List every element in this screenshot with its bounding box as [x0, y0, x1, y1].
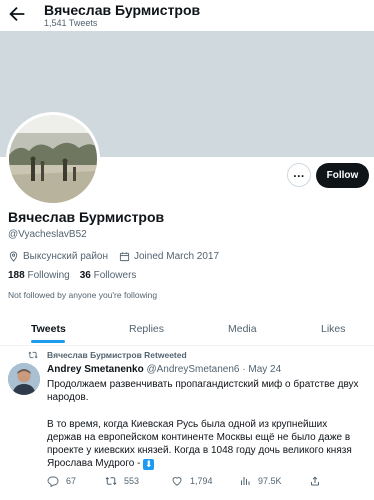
tweet-separator: ·	[242, 364, 246, 375]
tab-replies[interactable]: Replies	[129, 313, 164, 345]
followers-count: 36	[79, 270, 91, 281]
following-count: 188	[8, 270, 25, 281]
calendar-icon	[119, 252, 130, 262]
retweet-icon	[28, 351, 38, 359]
tweet-paragraph-2: В то время, когда Киевская Русь была одн…	[47, 418, 363, 470]
like-count: 1,794	[190, 476, 213, 486]
retweet-count: 553	[124, 476, 140, 486]
not-followed-note: Not followed by anyone you're following	[8, 290, 158, 300]
tweet-author-name[interactable]: Andrey Smetanenko	[47, 364, 144, 375]
active-tab-indicator	[31, 340, 65, 343]
retweet-button[interactable]: 553	[105, 475, 139, 487]
share-icon	[311, 476, 319, 486]
avatar-photo-icon	[9, 115, 97, 203]
more-options-icon: ...	[293, 165, 305, 180]
tweet-date[interactable]: May 24	[248, 364, 281, 375]
share-button[interactable]	[309, 475, 328, 487]
tweet-header: Andrey Smetanenko @AndreySmetanen6 · May…	[47, 364, 281, 375]
more-options-button[interactable]: ...	[287, 163, 311, 187]
tweet-count: 1,541 Tweets	[44, 18, 98, 28]
retweet-text: Вячеслав Бурмистров Retweeted	[47, 350, 187, 360]
top-bar: Вячеслав Бурмистров 1,541 Tweets	[0, 0, 374, 30]
location-pin-icon	[9, 251, 18, 262]
retweet-action-icon	[105, 476, 117, 486]
followers-link[interactable]: 36 Followers	[80, 270, 137, 281]
tweet-paragraph-2-text: В то время, когда Киевская Русь была одн…	[47, 419, 352, 469]
heart-icon	[172, 477, 182, 486]
profile-meta: Выксунский район Joined March 2017	[8, 251, 230, 262]
tweet-author-handle[interactable]: @AndreySmetanen6	[146, 364, 239, 375]
tweet-actions: 67 553 1,794 97.5K	[47, 475, 367, 489]
reply-count: 67	[66, 476, 77, 486]
follow-stats: 188 Following 36 Followers	[8, 270, 136, 281]
tab-likes[interactable]: Likes	[321, 313, 346, 345]
tweet-author-avatar[interactable]	[8, 363, 40, 395]
profile-avatar[interactable]	[6, 112, 100, 206]
down-arrow-emoji-icon: ⬇	[143, 459, 155, 470]
joined-item: Joined March 2017	[119, 251, 219, 262]
joined-text: Joined March 2017	[134, 251, 220, 262]
author-photo-icon	[8, 363, 40, 395]
back-arrow-icon[interactable]	[6, 3, 28, 25]
reply-icon	[47, 476, 59, 487]
tweet-paragraph-1: Продолжаем развенчивать пропагандистский…	[47, 379, 359, 403]
like-button[interactable]: 1,794	[171, 475, 213, 487]
views-button[interactable]: 97.5K	[239, 475, 282, 487]
tab-media[interactable]: Media	[228, 313, 257, 345]
header-title: Вячеслав Бурмистров	[44, 2, 201, 18]
follow-button[interactable]: Follow	[316, 163, 369, 188]
following-link[interactable]: 188 Following	[8, 270, 70, 281]
reply-button[interactable]: 67	[47, 475, 76, 487]
retweet-indicator[interactable]: Вячеслав Бурмистров Retweeted	[28, 350, 187, 360]
profile-handle: @VyacheslavB52	[8, 229, 87, 240]
location-item: Выксунский район	[8, 251, 108, 262]
analytics-icon	[241, 477, 250, 485]
following-label: Following	[27, 270, 70, 281]
location-text: Выксунский район	[23, 251, 108, 262]
followers-label: Followers	[93, 270, 137, 281]
profile-name: Вячеслав Бурмистров	[8, 209, 165, 225]
views-count: 97.5K	[258, 476, 282, 486]
